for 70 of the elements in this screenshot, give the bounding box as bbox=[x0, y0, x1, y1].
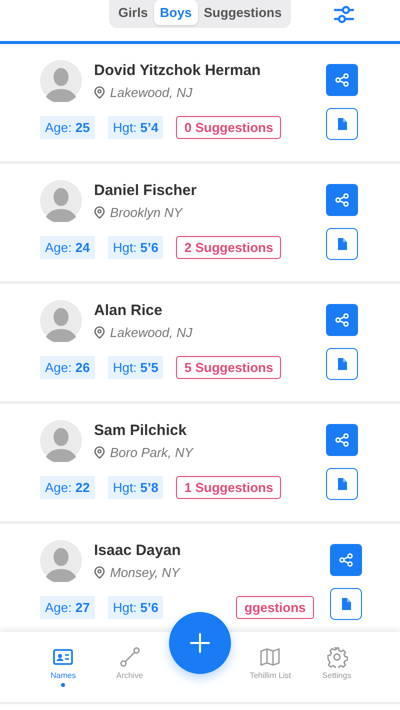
tab-bar-item[interactable]: Tehillim List bbox=[243, 632, 298, 680]
share-button[interactable] bbox=[330, 544, 362, 576]
location: Boro Park, NY bbox=[110, 445, 194, 460]
pdf-button[interactable] bbox=[326, 108, 358, 140]
avatar-icon bbox=[40, 60, 82, 102]
avatar-icon bbox=[40, 420, 82, 462]
share-icon bbox=[335, 193, 349, 207]
avatar-icon bbox=[40, 540, 82, 582]
tab-bar-item[interactable]: Names bbox=[36, 632, 90, 687]
plus-icon bbox=[190, 633, 210, 653]
tab[interactable]: Suggestions bbox=[198, 0, 288, 25]
location-pin-icon bbox=[94, 326, 105, 339]
connection-icon bbox=[118, 646, 141, 668]
book-icon bbox=[259, 646, 282, 668]
location-pin-icon bbox=[94, 446, 105, 459]
age-tag: Age: 25 bbox=[40, 116, 95, 139]
age-tag: Age: 26 bbox=[40, 356, 95, 379]
add-button[interactable] bbox=[168, 612, 231, 674]
pdf-button[interactable] bbox=[326, 468, 358, 500]
avatar-icon bbox=[40, 180, 82, 222]
person-name: Dovid Yitzchok Herman bbox=[94, 62, 261, 79]
suggestions-button[interactable]: 2 Suggestions bbox=[176, 236, 282, 259]
filter-icon[interactable] bbox=[333, 4, 355, 24]
contact-card-icon bbox=[52, 646, 74, 668]
settings-icon bbox=[326, 646, 348, 668]
tab-bar-item[interactable]: Settings bbox=[310, 632, 364, 680]
share-icon bbox=[335, 433, 349, 447]
person-name: Daniel Fischer bbox=[94, 182, 197, 199]
height-tag: Hgt: 5’6 bbox=[108, 596, 164, 619]
person-name: Sam Pilchick bbox=[94, 422, 188, 439]
age-tag: Age: 24 bbox=[40, 236, 95, 259]
share-button[interactable] bbox=[326, 304, 358, 336]
height-tag: Hgt: 5’8 bbox=[108, 476, 164, 499]
document-icon bbox=[337, 118, 347, 130]
person-name: Alan Rice bbox=[94, 302, 164, 319]
location: Lakewood, NJ bbox=[110, 85, 192, 100]
location: Brooklyn NY bbox=[110, 205, 182, 220]
person-name: Isaac Dayan bbox=[94, 542, 181, 559]
share-button[interactable] bbox=[326, 184, 358, 216]
location-pin-icon bbox=[94, 566, 105, 579]
suggestions-button[interactable]: 0 Suggestions bbox=[176, 116, 282, 139]
share-icon bbox=[335, 313, 349, 327]
share-icon bbox=[335, 73, 349, 87]
pdf-button[interactable] bbox=[330, 588, 362, 620]
document-icon bbox=[337, 238, 347, 250]
height-tag: Hgt: 5’4 bbox=[108, 116, 164, 139]
selected-dot-icon bbox=[61, 683, 66, 687]
height-tag: Hgt: 5’5 bbox=[108, 356, 164, 379]
suggestions-button[interactable]: ggestions bbox=[236, 596, 314, 619]
document-icon bbox=[340, 598, 351, 610]
share-button[interactable] bbox=[326, 424, 358, 456]
pdf-button[interactable] bbox=[326, 228, 358, 260]
suggestions-button[interactable]: 5 Suggestions bbox=[176, 356, 282, 379]
suggestions-button[interactable]: 1 Suggestions bbox=[176, 476, 282, 499]
tab[interactable]: Boys bbox=[154, 0, 198, 25]
avatar-icon bbox=[40, 300, 82, 342]
location-pin-icon bbox=[94, 86, 105, 99]
tab[interactable]: Girls bbox=[112, 0, 154, 25]
document-icon bbox=[337, 478, 347, 490]
age-tag: Age: 22 bbox=[40, 476, 95, 499]
pdf-button[interactable] bbox=[326, 348, 358, 380]
location-pin-icon bbox=[94, 206, 105, 219]
share-icon bbox=[338, 553, 353, 567]
height-tag: Hgt: 5’6 bbox=[108, 236, 164, 259]
location: Lakewood, NJ bbox=[110, 325, 192, 340]
document-icon bbox=[337, 358, 347, 370]
location: Monsey, NY bbox=[110, 565, 180, 580]
share-button[interactable] bbox=[326, 64, 358, 96]
tab-bar-item[interactable]: Archive bbox=[102, 632, 157, 680]
age-tag: Age: 27 bbox=[40, 596, 95, 619]
